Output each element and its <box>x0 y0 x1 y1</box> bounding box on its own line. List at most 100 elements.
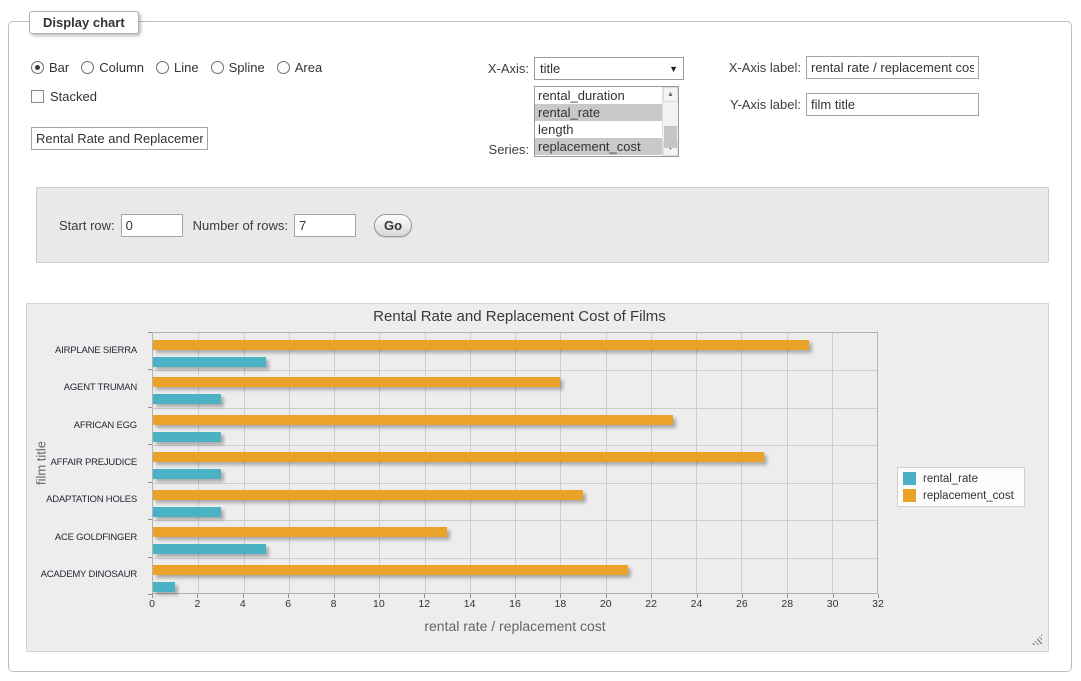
radio-spline[interactable]: Spline <box>211 60 265 75</box>
series-option-replacement_cost[interactable]: replacement_cost <box>535 138 662 155</box>
start-row-input[interactable] <box>121 214 183 237</box>
x-tick-label: 0 <box>132 598 172 610</box>
legend-swatch-icon <box>903 489 916 502</box>
x-tick-label: 24 <box>677 598 717 610</box>
y-axis-label-input[interactable] <box>806 93 979 116</box>
y-axis-label-text: Y-Axis label: <box>713 97 801 112</box>
gridline-vertical <box>515 333 516 593</box>
stacked-checkbox[interactable] <box>31 90 44 103</box>
radio-icon <box>81 61 94 74</box>
series-listbox[interactable]: rental_durationrental_ratelengthreplacem… <box>534 86 679 157</box>
x-axis-label-input[interactable] <box>806 56 979 79</box>
gridline-vertical <box>832 333 833 593</box>
legend-entry-rental_rate: rental_rate <box>903 472 1014 485</box>
x-axis-select[interactable]: title ▼ <box>534 57 684 80</box>
gridline-vertical <box>696 333 697 593</box>
y-tick-mark <box>148 482 152 483</box>
scrollbar-thumb[interactable] <box>664 126 677 148</box>
radio-label: Area <box>295 60 322 75</box>
resize-handle-icon[interactable] <box>1031 634 1042 645</box>
scrollbar-track[interactable] <box>663 102 678 141</box>
x-tick-label: 8 <box>314 598 354 610</box>
bar-replacement_cost <box>153 377 560 387</box>
x-tick-mark <box>334 594 335 598</box>
category-label: AIRPLANE SIERRA <box>27 345 137 356</box>
radio-label: Spline <box>229 60 265 75</box>
radio-line[interactable]: Line <box>156 60 199 75</box>
x-axis-label-row: X-Axis label: <box>713 56 979 79</box>
plot-area <box>152 332 878 594</box>
bar-rental_rate <box>153 469 221 479</box>
fieldset-legend: Display chart <box>29 11 139 34</box>
bar-replacement_cost <box>153 527 447 537</box>
x-tick-label: 22 <box>631 598 671 610</box>
series-label: Series: <box>419 142 529 157</box>
bar-replacement_cost <box>153 490 583 500</box>
gridline-vertical <box>379 333 380 593</box>
chart-legend: rental_rate replacement_cost <box>897 467 1025 507</box>
y-tick-mark <box>148 557 152 558</box>
y-tick-mark <box>148 407 152 408</box>
gridline-horizontal <box>153 370 877 371</box>
scroll-up-icon[interactable]: ▲ <box>663 87 678 102</box>
num-rows-input[interactable] <box>294 214 356 237</box>
legend-swatch-icon <box>903 472 916 485</box>
x-axis-select-value: title <box>540 61 560 76</box>
gridline-horizontal <box>153 520 877 521</box>
bar-rental_rate <box>153 432 221 442</box>
radio-icon <box>277 61 290 74</box>
x-tick-label: 32 <box>858 598 898 610</box>
series-select-row: Series: rental_durationrental_ratelength… <box>419 86 679 157</box>
category-label: AFRICAN EGG <box>27 420 137 431</box>
radio-label: Bar <box>49 60 69 75</box>
radio-column[interactable]: Column <box>81 60 144 75</box>
chart-title: Rental Rate and Replacement Cost of Film… <box>27 308 1012 325</box>
series-option-length[interactable]: length <box>535 121 662 138</box>
bar-rental_rate <box>153 544 266 554</box>
gridline-horizontal <box>153 483 877 484</box>
series-option-rental_rate[interactable]: rental_rate <box>535 104 662 121</box>
bar-rental_rate <box>153 394 221 404</box>
x-tick-label: 20 <box>586 598 626 610</box>
series-option-rental_duration[interactable]: rental_duration <box>535 87 662 104</box>
y-tick-mark <box>148 444 152 445</box>
bar-replacement_cost <box>153 340 809 350</box>
display-chart-fieldset: Display chart BarColumnLineSplineArea St… <box>8 21 1072 672</box>
x-tick-mark <box>651 594 652 598</box>
series-options: rental_durationrental_ratelengthreplacem… <box>535 87 662 156</box>
category-label: ACADEMY DINOSAUR <box>27 569 137 580</box>
gridline-vertical <box>741 333 742 593</box>
category-label: ACE GOLDFINGER <box>27 532 137 543</box>
y-axis-category-labels: AIRPLANE SIERRAAGENT TRUMANAFRICAN EGGAF… <box>27 332 145 594</box>
y-tick-mark <box>148 519 152 520</box>
gridline-horizontal <box>153 445 877 446</box>
x-tick-mark <box>197 594 198 598</box>
x-axis-label-text: X-Axis label: <box>713 60 801 75</box>
x-tick-label: 6 <box>268 598 308 610</box>
x-tick-mark <box>606 594 607 598</box>
x-tick-mark <box>742 594 743 598</box>
chevron-down-icon: ▼ <box>669 64 678 74</box>
legend-label: replacement_cost <box>923 490 1014 502</box>
x-tick-label: 30 <box>813 598 853 610</box>
x-tick-mark <box>833 594 834 598</box>
go-button[interactable]: Go <box>374 214 412 237</box>
x-tick-mark <box>424 594 425 598</box>
y-axis-label-row: Y-Axis label: <box>713 93 979 116</box>
x-tick-label: 26 <box>722 598 762 610</box>
radio-area[interactable]: Area <box>277 60 322 75</box>
chart-title-input[interactable] <box>31 127 208 150</box>
category-label: AGENT TRUMAN <box>27 382 137 393</box>
x-tick-label: 4 <box>223 598 263 610</box>
radio-bar[interactable]: Bar <box>31 60 69 75</box>
x-tick-label: 12 <box>404 598 444 610</box>
x-tick-label: 14 <box>450 598 490 610</box>
gridline-vertical <box>787 333 788 593</box>
radio-label: Line <box>174 60 199 75</box>
gridline-vertical <box>470 333 471 593</box>
num-rows-label: Number of rows: <box>193 218 288 233</box>
x-tick-label: 2 <box>177 598 217 610</box>
bar-replacement_cost <box>153 565 628 575</box>
series-scrollbar[interactable]: ▲ ▼ <box>662 87 678 156</box>
x-tick-label: 10 <box>359 598 399 610</box>
